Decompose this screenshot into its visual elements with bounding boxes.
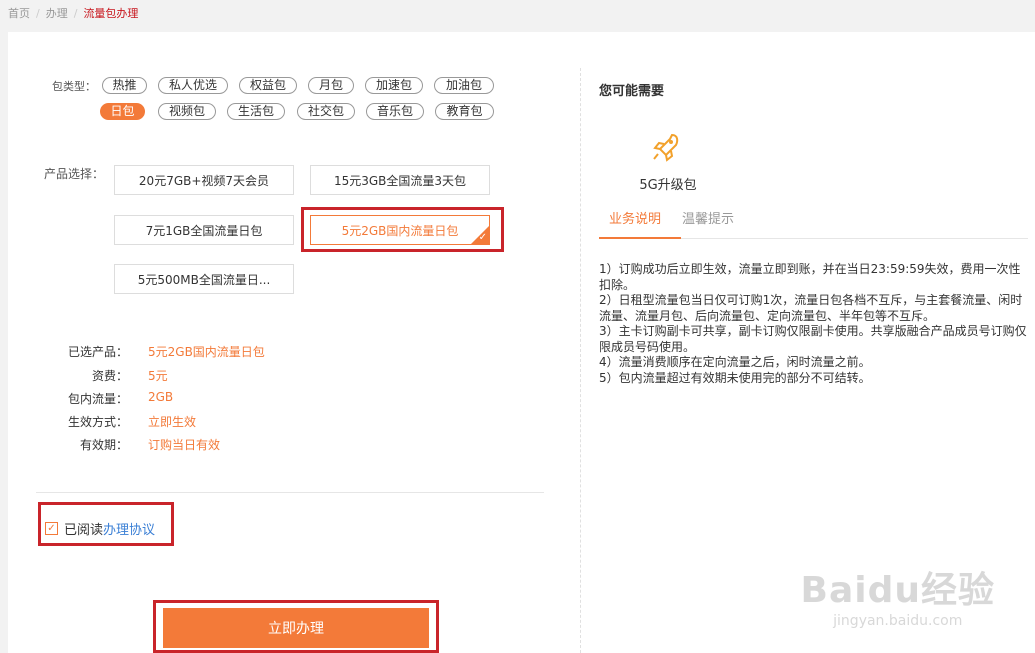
business-notes: 1）订购成功后立即生效，流量立即到账，并在当日23:59:59失效，费用一次性扣… <box>599 262 1029 386</box>
watermark-brand: Baidu经验 <box>800 570 995 611</box>
summary-value: 5元 <box>148 369 168 383</box>
summary-value: 2GB <box>148 390 174 404</box>
breadcrumb: 首页 / 办理 / 流量包办理 <box>8 4 138 22</box>
chip-social[interactable]: 社交包 <box>297 103 355 120</box>
product-option[interactable]: 20元7GB+视频7天会员 <box>114 165 294 195</box>
sidebar-package-name[interactable]: 5G升级包 <box>628 174 708 193</box>
breadcrumb-section[interactable]: 办理 <box>46 5 68 21</box>
summary-value: 5元2GB国内流量日包 <box>148 345 265 359</box>
note-item: 1）订购成功后立即生效，流量立即到账，并在当日23:59:59失效，费用一次性扣… <box>599 262 1021 292</box>
chip-life[interactable]: 生活包 <box>227 103 285 120</box>
breadcrumb-separator: / <box>36 6 40 20</box>
summary-row: 生效方式： 立即生效 <box>8 413 308 431</box>
summary-key: 生效方式： <box>67 415 128 429</box>
watermark-url: jingyan.baidu.com <box>833 613 963 629</box>
highlight-box <box>301 207 504 252</box>
chip-private[interactable]: 私人优选 <box>158 77 228 94</box>
tab-tips[interactable]: 温馨提示 <box>682 208 734 227</box>
product-option[interactable]: 5元500MB全国流量日... <box>114 264 294 294</box>
product-option[interactable]: 7元1GB全国流量日包 <box>114 215 294 245</box>
chip-boost[interactable]: 加速包 <box>365 77 423 94</box>
breadcrumb-separator: / <box>73 6 78 20</box>
note-item: 4）流量消费顺序在定向流量之后，闲时流量之前。 <box>599 355 871 369</box>
chip-education[interactable]: 教育包 <box>435 103 494 120</box>
product-select-label: 产品选择： <box>44 167 105 181</box>
main-panel: 包类型： 热推 私人优选 权益包 月包 加速包 加油包 日包 视频包 生活包 社… <box>8 32 1035 653</box>
breadcrumb-current: 流量包办理 <box>83 7 139 20</box>
chip-hot[interactable]: 热推 <box>102 77 147 94</box>
summary-row: 包内流量： 2GB <box>8 390 308 408</box>
watermark: Baidu经验 jingyan.baidu.com <box>801 561 995 629</box>
summary-value: 订购当日有效 <box>148 438 221 452</box>
form-divider <box>36 492 544 493</box>
summary-row: 有效期： 订购当日有效 <box>8 436 308 454</box>
chip-rights[interactable]: 权益包 <box>239 77 297 94</box>
chip-daily[interactable]: 日包 <box>100 103 145 120</box>
product-option[interactable]: 15元3GB全国流量3天包 <box>310 165 490 195</box>
summary-key: 资费： <box>91 369 128 383</box>
tab-business-desc[interactable]: 业务说明 <box>609 208 661 227</box>
chip-refuel[interactable]: 加油包 <box>434 77 494 94</box>
summary-key: 包内流量： <box>67 392 128 406</box>
summary-key: 有效期： <box>79 438 128 452</box>
chip-music[interactable]: 音乐包 <box>366 103 424 120</box>
highlight-box <box>153 600 439 653</box>
tab-active-underline <box>599 237 681 239</box>
note-item: 3）主卡订购副卡可共享，副卡订购仅限副卡使用。共享版融合产品成员号订购仅限成员号… <box>599 324 1027 354</box>
package-type-label: 包类型： <box>52 80 96 93</box>
note-item: 2）日租型流量包当日仅可订购1次，流量日包各档不互斥，与主套餐流量、闲时流量、流… <box>599 293 1023 323</box>
summary-key: 已选产品： <box>67 345 128 359</box>
note-item: 5）包内流量超过有效期未使用完的部分不可结转。 <box>599 370 871 385</box>
summary-value: 立即生效 <box>148 415 197 429</box>
chip-monthly[interactable]: 月包 <box>308 77 354 94</box>
sidebar-title: 您可能需要 <box>599 84 665 99</box>
rocket-icon[interactable] <box>648 129 684 165</box>
highlight-box <box>38 502 174 546</box>
column-divider <box>580 68 581 653</box>
summary-row: 已选产品： 5元2GB国内流量日包 <box>8 343 308 361</box>
summary-row: 资费： 5元 <box>8 367 308 385</box>
breadcrumb-home[interactable]: 首页 <box>8 5 30 21</box>
chip-video[interactable]: 视频包 <box>158 103 216 120</box>
